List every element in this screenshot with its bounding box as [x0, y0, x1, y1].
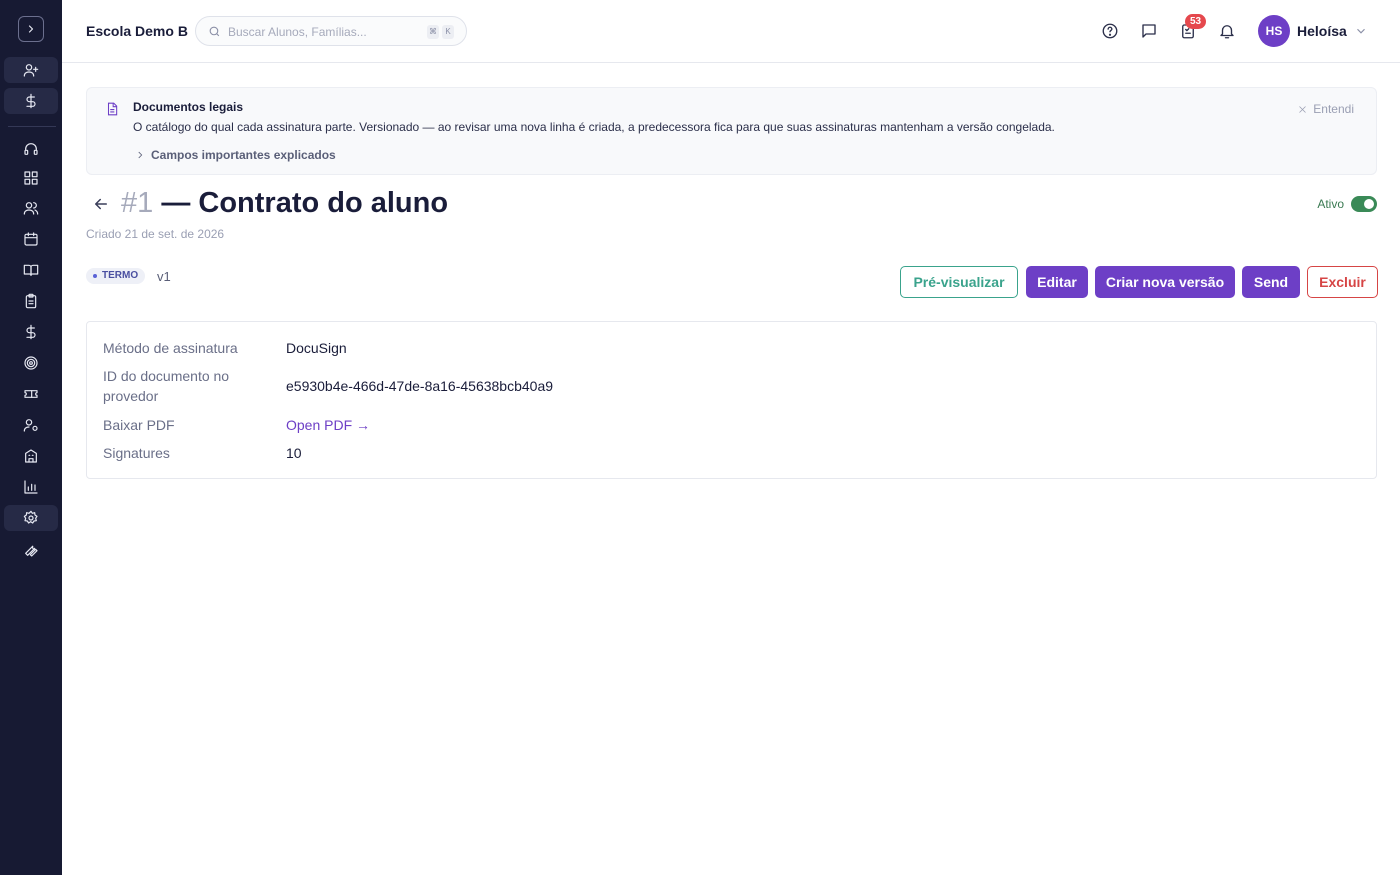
document-icon [105, 102, 119, 116]
sidebar-item-reports[interactable] [4, 474, 58, 500]
created-date: Criado 21 de set. de 2026 [86, 227, 225, 241]
document-number: #1 [121, 187, 154, 219]
headset-icon [24, 143, 38, 155]
notifications-button[interactable] [1216, 20, 1238, 42]
document-title: — Contrato do aluno [161, 187, 449, 219]
active-toggle[interactable] [1351, 196, 1377, 212]
detail-value-provider-id: e5930b4e-466d-47de-8a16-45638bcb40a9 [286, 378, 554, 394]
clipboard-icon [25, 293, 37, 309]
detail-value-signatures: 10 [286, 445, 302, 461]
calendar-icon [24, 232, 38, 246]
dismiss-label: Entendi [1313, 102, 1354, 116]
help-button[interactable] [1099, 20, 1121, 42]
sidebar-item-tools[interactable] [4, 537, 58, 563]
sidebar-item-calendar[interactable] [4, 226, 58, 252]
detail-label: Baixar PDF [103, 417, 175, 433]
sidebar-toggle-button[interactable] [18, 16, 44, 42]
user-plus-icon [23, 64, 39, 77]
sidebar-item-dashboard[interactable] [4, 165, 58, 191]
bar-chart-icon [24, 480, 38, 494]
shortcut-key-cmd: ⌘ [427, 25, 439, 39]
building-icon [25, 449, 37, 463]
sidebar-item-facilities[interactable] [4, 443, 58, 469]
gear-icon [23, 510, 38, 524]
sidebar-item-enrollment[interactable] [4, 57, 58, 83]
sidebar-item-finance[interactable] [4, 88, 58, 114]
sidebar-item-staff[interactable] [4, 412, 58, 438]
preview-button[interactable]: Pré-visualizar [900, 266, 1018, 298]
school-name[interactable]: Escola Demo B [86, 23, 188, 39]
book-icon [23, 264, 39, 276]
info-title: Documentos legais [133, 100, 244, 114]
detail-label: Método de assinatura [103, 340, 238, 356]
sidebar-item-tickets[interactable] [4, 381, 58, 407]
chevron-right-icon [28, 25, 34, 33]
main-content: Documentos legais O catálogo do qual cad… [62, 63, 1400, 875]
info-banner: Documentos legais O catálogo do qual cad… [86, 87, 1377, 175]
back-button[interactable] [92, 195, 110, 213]
detail-value-signing-method: DocuSign [286, 340, 347, 356]
dollar-icon [26, 93, 36, 109]
chat-icon [1142, 24, 1156, 38]
info-description: O catálogo do qual cada assinatura parte… [133, 120, 1055, 134]
help-icon [1102, 23, 1118, 39]
version-label: v1 [157, 269, 171, 284]
top-bar: Escola Demo B ⌘ K 53 HS Heloísa [62, 0, 1400, 63]
shortcut-key-k: K [442, 25, 454, 39]
dollar-icon [26, 324, 36, 340]
users-icon [23, 202, 39, 215]
bell-icon [1220, 25, 1234, 39]
send-button[interactable]: Send [1242, 266, 1300, 298]
chevron-right-icon [138, 151, 143, 159]
sidebar-item-support[interactable] [4, 136, 58, 162]
sidebar-item-settings[interactable] [4, 505, 58, 531]
type-tag: TERMO [86, 268, 146, 284]
sidebar-divider [8, 126, 56, 127]
info-expand-toggle[interactable]: Campos importantes explicados [135, 148, 336, 162]
sidebar-item-academics[interactable] [4, 257, 58, 283]
user-avatar[interactable]: HS [1258, 15, 1290, 47]
sidebar-item-people[interactable] [4, 195, 58, 221]
dismiss-button[interactable]: Entendi [1298, 102, 1354, 116]
page-title: #1 — Contrato do aluno [121, 187, 448, 220]
search-input[interactable] [228, 23, 413, 41]
search-box[interactable]: ⌘ K [195, 16, 467, 46]
sidebar-item-tasks[interactable] [4, 288, 58, 314]
open-pdf-link[interactable]: Open PDF → [286, 415, 370, 435]
dashboard-icon [24, 171, 38, 185]
chevron-down-icon [1357, 28, 1365, 34]
wrench-icon [25, 545, 38, 557]
user-settings-icon [23, 419, 38, 432]
sidebar [0, 0, 62, 875]
status-label: Ativo [1317, 197, 1344, 211]
search-icon [209, 26, 220, 37]
edit-button[interactable]: Editar [1026, 266, 1088, 298]
arrow-left-icon [95, 198, 107, 210]
sidebar-item-billing[interactable] [4, 319, 58, 345]
sidebar-item-goals[interactable] [4, 350, 58, 376]
messages-button[interactable] [1138, 20, 1160, 42]
close-icon [1299, 105, 1307, 113]
info-expand-label: Campos importantes explicados [151, 148, 336, 162]
target-icon [24, 356, 38, 370]
delete-button[interactable]: Excluir [1307, 266, 1378, 298]
user-menu-toggle[interactable] [1354, 24, 1368, 38]
ticket-icon [24, 390, 38, 398]
detail-label: ID do documento no provedor [103, 368, 230, 404]
user-name[interactable]: Heloísa [1297, 23, 1347, 39]
tasks-count-badge: 53 [1185, 14, 1206, 29]
detail-label: Signatures [103, 445, 170, 461]
details-card: Método de assinatura DocuSign ID do docu… [86, 321, 1377, 479]
new-version-button[interactable]: Criar nova versão [1095, 266, 1235, 298]
